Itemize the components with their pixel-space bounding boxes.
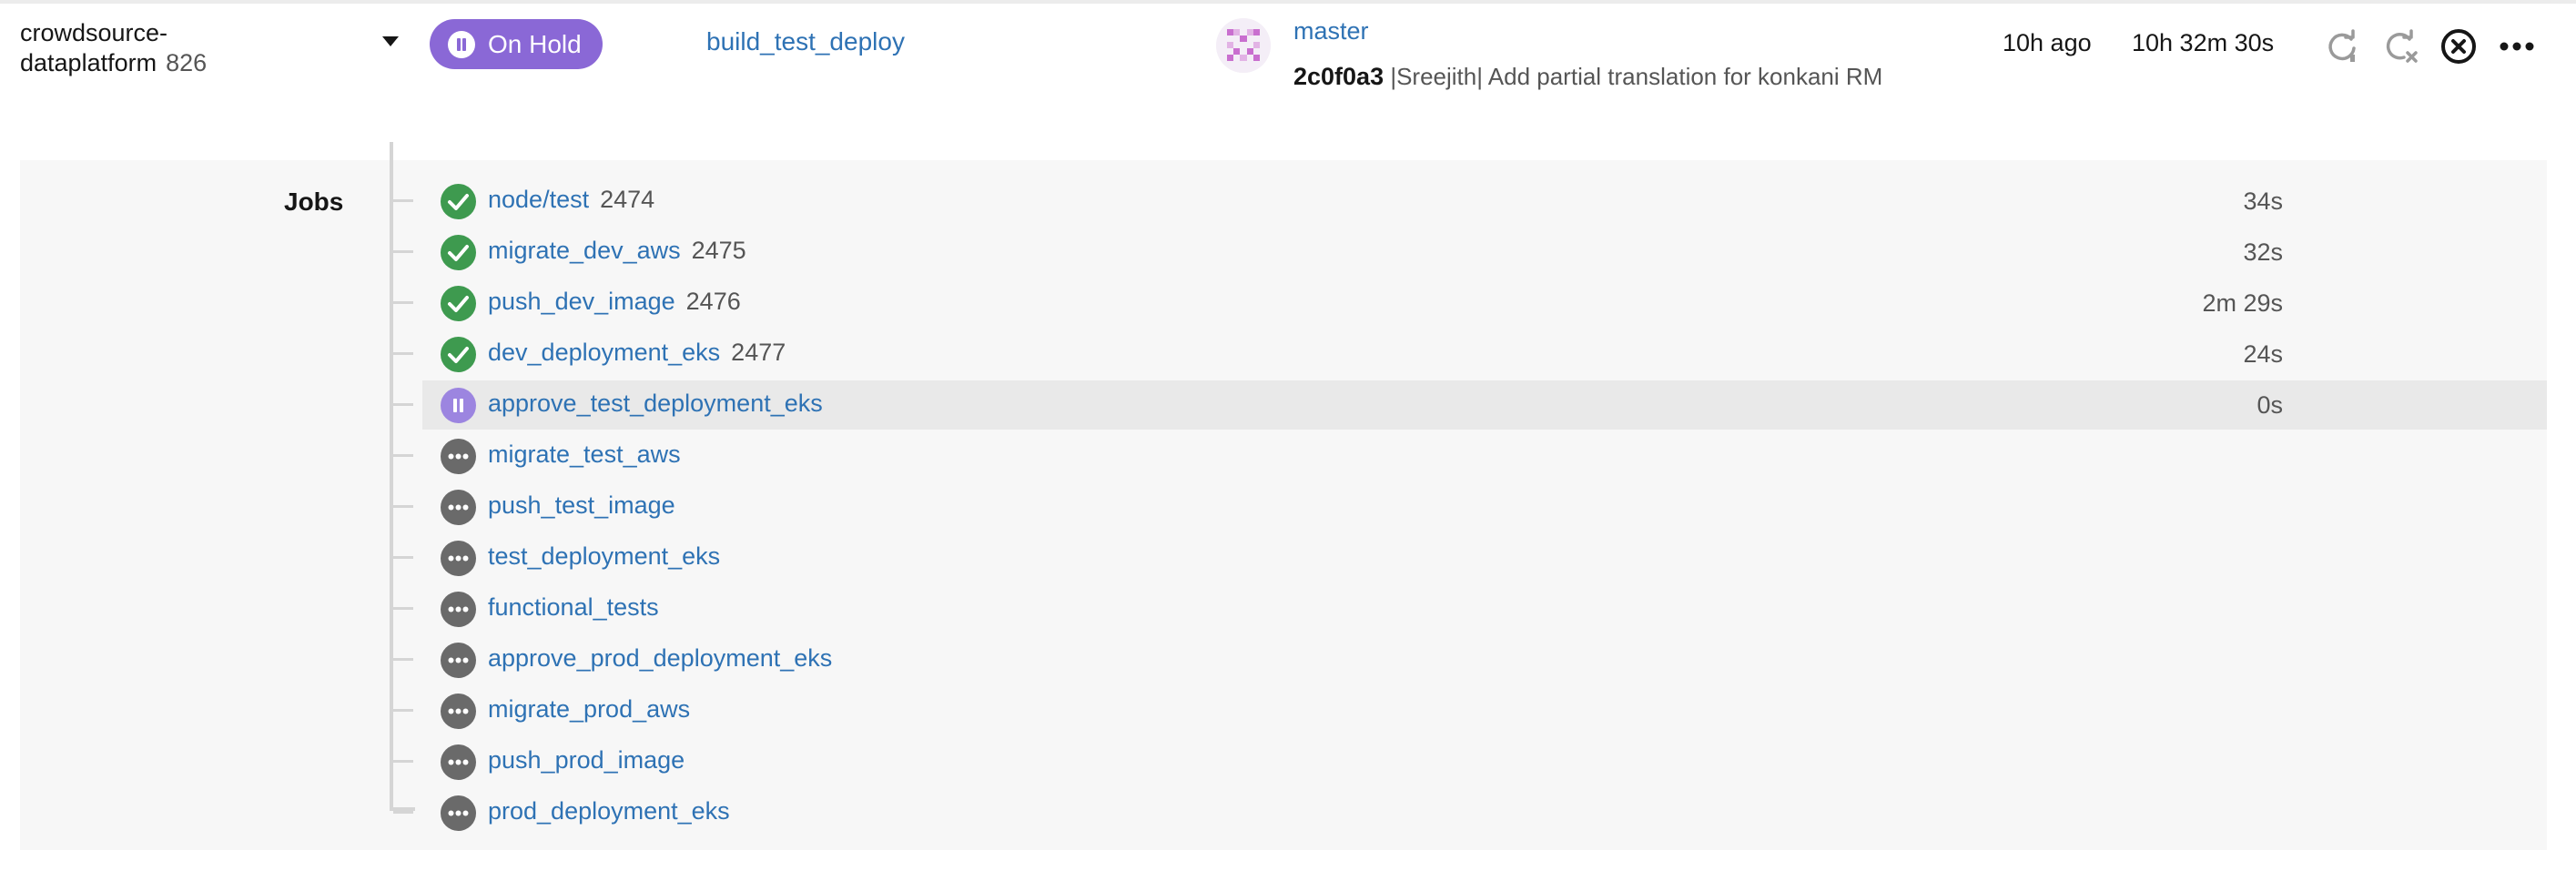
avatar [1216,18,1271,73]
queued-dots-icon [441,592,476,627]
job-name: migrate_prod_aws [488,695,691,723]
job-duration: 34s [2243,187,2283,215]
job-name-link[interactable]: prod_deployment_eks [488,797,730,825]
job-number: 2477 [731,339,786,366]
job-row[interactable]: test_deployment_eks [393,533,2547,582]
time-ago: 10h ago [2003,29,2092,56]
job-row[interactable]: functional_tests [393,584,2547,633]
job-row[interactable]: approve_test_deployment_eks 0s [393,380,2547,430]
queued-dots-icon [441,541,476,576]
queued-dots-icon [441,744,476,780]
commit-message: |Sreejith| Add partial translation for k… [1390,63,1883,90]
jobs-label: Jobs [284,187,344,216]
job-name-link[interactable]: migrate_prod_aws [488,695,690,724]
commit-info: 2c0f0a3 |Sreejith| Add partial translati… [1293,57,1894,96]
job-name: prod_deployment_eks [488,797,730,825]
job-name: test_deployment_eks [488,542,721,570]
job-name: approve_prod_deployment_eks [488,644,833,672]
project-name[interactable]: crowdsource- dataplatform 826 [20,18,207,78]
project-name-line1: crowdsource- [20,19,168,46]
queued-dots-icon [441,694,476,729]
tree-tick [393,250,413,253]
tree-tick [393,352,413,355]
job-name-link[interactable]: functional_tests [488,593,659,622]
job-name-link[interactable]: push_test_image [488,491,675,520]
tree-tick [393,199,413,202]
tree-tick [393,811,413,814]
job-row[interactable]: migrate_prod_aws [393,686,2547,735]
success-check-icon [441,286,476,321]
on-hold-pause-icon [441,388,476,423]
status-label: On Hold [488,29,582,58]
queued-dots-icon [441,490,476,525]
job-name-link[interactable]: test_deployment_eks [488,542,720,571]
job-duration: 0s [2257,391,2283,419]
job-name-link[interactable]: push_prod_image [488,746,685,775]
job-name-link[interactable]: node/test 2474 [488,186,654,214]
job-number: 2475 [691,237,746,264]
job-row[interactable]: prod_deployment_eks [393,788,2547,837]
workflow-link[interactable]: build_test_deploy [706,27,905,56]
tree-tick [393,658,413,661]
queued-dots-icon [441,795,476,831]
job-name: migrate_test_aws [488,440,681,468]
job-row[interactable]: dev_deployment_eks 2477 24s [393,329,2547,379]
job-row[interactable]: approve_prod_deployment_eks [393,635,2547,684]
job-duration: 32s [2243,238,2283,266]
success-check-icon [441,235,476,270]
rerun-icon[interactable] [2319,24,2365,69]
tree-tick [393,556,413,559]
job-name-link[interactable]: dev_deployment_eks 2477 [488,339,786,367]
more-icon[interactable] [2494,24,2540,69]
job-name-link[interactable]: migrate_test_aws [488,440,681,469]
job-row[interactable]: push_dev_image 2476 2m 29s [393,278,2547,328]
job-row[interactable]: push_test_image [393,482,2547,532]
job-name: push_test_image [488,491,675,519]
job-name: approve_test_deployment_eks [488,390,823,417]
pipeline-duration: 10h 32m 30s [2132,29,2275,56]
job-number: 2474 [600,186,655,213]
success-check-icon [441,184,476,219]
queued-dots-icon [441,439,476,474]
job-duration: 2m 29s [2202,289,2283,317]
job-row[interactable]: migrate_dev_aws 2475 32s [393,228,2547,277]
queued-dots-icon [441,643,476,678]
job-row[interactable]: migrate_test_aws [393,431,2547,481]
job-name: push_prod_image [488,746,685,774]
cancel-icon[interactable] [2436,24,2481,69]
job-row[interactable]: node/test 2474 34s [393,177,2547,226]
tree-tick [393,454,413,457]
tree-tick [393,403,413,406]
branch-link[interactable]: master [1293,17,1369,46]
job-number: 2476 [685,288,741,315]
collapse-caret-icon[interactable] [382,36,399,46]
tree-tick [393,760,413,763]
tree-tick [393,301,413,304]
job-name: dev_deployment_eks [488,339,721,366]
tree-tick [393,607,413,610]
project-name-line2: dataplatform [20,49,157,76]
tree-tick [393,505,413,508]
job-name-link[interactable]: migrate_dev_aws 2475 [488,237,746,265]
job-name: push_dev_image [488,288,675,315]
job-name-link[interactable]: approve_test_deployment_eks [488,390,823,418]
pipeline-number: 826 [166,49,208,76]
job-name: functional_tests [488,593,659,621]
job-row[interactable]: push_prod_image [393,737,2547,786]
job-duration: 24s [2243,340,2283,368]
top-divider [0,0,2576,4]
job-name: migrate_dev_aws [488,237,681,264]
commit-sha[interactable]: 2c0f0a3 [1293,63,1384,90]
job-name: node/test [488,186,590,213]
pause-icon [448,30,475,58]
tree-tick [393,709,413,712]
job-name-link[interactable]: approve_prod_deployment_eks [488,644,832,673]
success-check-icon [441,337,476,372]
rerun-failed-icon[interactable] [2378,24,2423,69]
status-badge: On Hold [430,19,603,69]
job-name-link[interactable]: push_dev_image 2476 [488,288,741,316]
